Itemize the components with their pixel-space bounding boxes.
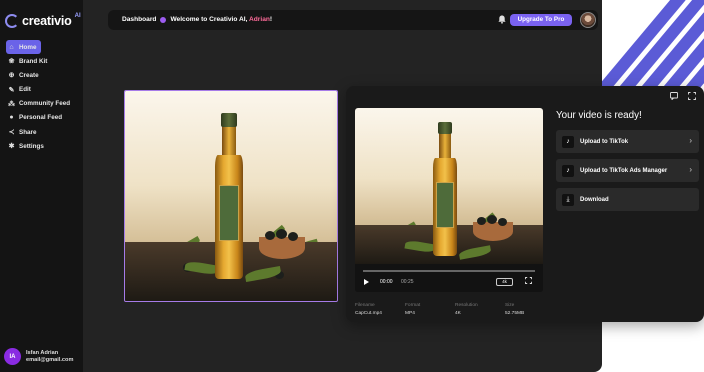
sidebar-item-personal-feed[interactable]: ● Personal Feed [6, 111, 80, 125]
meta-value: MP4 [405, 311, 415, 316]
panel-title: Your video is ready! [556, 110, 642, 121]
export-panel: 00:00 00:25 4k Filename CapCut.mp4 Forma… [346, 86, 704, 322]
tiktok-ads-icon: ♪ [562, 164, 574, 177]
tiktok-icon: ♪ [562, 135, 574, 148]
decorative-stripes [600, 0, 704, 90]
download-button[interactable]: ⤓ Download [556, 188, 699, 211]
sidebar-item-brand-kit[interactable]: ❀ Brand Kit [6, 54, 80, 68]
sidebar-item-label: Share [19, 128, 37, 136]
action-label: Upload to TikTok Ads Manager [580, 167, 668, 174]
sidebar-item-home[interactable]: ⌂ Home [6, 40, 41, 54]
user-profile[interactable]: IA Isfan Adrian email@gmail.com [4, 348, 73, 365]
brand-sup: AI [74, 13, 81, 19]
sidebar-item-label: Community Feed [19, 100, 71, 108]
welcome-suffix: ! [269, 16, 273, 23]
user-name: Isfan Adrian [26, 349, 59, 356]
top-bar: Dashboard Welcome to Creativio AI, Adria… [108, 10, 598, 30]
sidebar-item-edit[interactable]: ✎ Edit [6, 83, 80, 97]
person-icon: ● [9, 114, 14, 122]
quality-badge[interactable]: 4k [496, 278, 513, 286]
welcome-prefix: Welcome to Creativio AI, [170, 16, 249, 23]
edit-icon: ✎ [8, 86, 15, 94]
meta-value: CapCut.mp4 [355, 311, 382, 316]
time-current: 00:00 [380, 279, 393, 285]
time-total: 00:25 [401, 279, 414, 285]
download-icon: ⤓ [562, 193, 574, 206]
chevron-right-icon: › [689, 165, 692, 174]
sidebar-item-create[interactable]: ⊕ Create [6, 68, 80, 82]
profile-avatar[interactable] [580, 12, 596, 28]
community-icon: ⁂ [8, 100, 15, 108]
avatar: IA [4, 348, 21, 365]
video-progress-bar[interactable] [363, 270, 535, 272]
video-metadata: Filename CapCut.mp4 Format MP4 Resolutio… [355, 302, 555, 318]
video-controls: 00:00 00:25 4k [355, 264, 543, 292]
user-email: email@gmail.com [26, 356, 74, 363]
chevron-right-icon: › [689, 136, 692, 145]
brand-logo[interactable]: creativio AI [5, 13, 81, 28]
meta-key: Resolution [455, 303, 478, 308]
play-icon[interactable] [364, 279, 369, 285]
meta-value: 52.75MB [505, 311, 525, 316]
sidebar-nav: ⌂ Home ❀ Brand Kit ⊕ Create ✎ Edit ⁂ Com… [6, 40, 80, 154]
sidebar: creativio AI ⌂ Home ❀ Brand Kit ⊕ Create… [0, 0, 83, 372]
expand-icon[interactable] [688, 92, 696, 102]
sidebar-item-label: Settings [19, 142, 44, 150]
welcome-message: Welcome to Creativio AI, Adrian! [170, 16, 272, 23]
action-label: Download [580, 196, 609, 203]
upload-tiktok-ads-button[interactable]: ♪ Upload to TikTok Ads Manager › [556, 159, 699, 182]
breadcrumb: Dashboard Welcome to Creativio AI, Adria… [122, 16, 272, 23]
share-icon: ≺ [8, 129, 15, 137]
logo-icon [5, 14, 19, 28]
create-icon: ⊕ [8, 72, 15, 80]
meta-key: Filename [355, 303, 375, 308]
home-icon: ⌂ [9, 43, 14, 51]
meta-key: Format [405, 303, 421, 308]
video-player[interactable]: 00:00 00:25 4k [355, 108, 543, 292]
sidebar-item-label: Create [19, 71, 39, 79]
page-title[interactable]: Dashboard [122, 16, 156, 23]
action-label: Upload to TikTok [580, 138, 629, 145]
upload-tiktok-button[interactable]: ♪ Upload to TikTok › [556, 130, 699, 153]
settings-icon: ✱ [8, 143, 15, 151]
sidebar-item-share[interactable]: ≺ Share [6, 125, 80, 139]
product-image[interactable] [124, 90, 338, 302]
brand-name: creativio [22, 14, 72, 28]
sidebar-item-settings[interactable]: ✱ Settings [6, 139, 80, 153]
fullscreen-icon[interactable] [525, 277, 532, 286]
meta-key: Size [505, 303, 515, 308]
sparkle-icon [160, 16, 167, 23]
sidebar-item-label: Brand Kit [19, 57, 48, 65]
video-frame [355, 108, 543, 264]
brand-kit-icon: ❀ [8, 58, 15, 66]
meta-value: 4K [455, 311, 461, 316]
sidebar-item-label: Personal Feed [19, 114, 63, 122]
sidebar-item-label: Edit [19, 86, 31, 94]
bell-icon[interactable] [498, 15, 506, 26]
welcome-name: Adrian [249, 16, 270, 23]
sidebar-item-community-feed[interactable]: ⁂ Community Feed [6, 97, 80, 111]
upgrade-button[interactable]: Upgrade To Pro [510, 14, 572, 26]
feedback-icon[interactable] [670, 92, 678, 102]
sidebar-item-label: Home [19, 43, 37, 51]
